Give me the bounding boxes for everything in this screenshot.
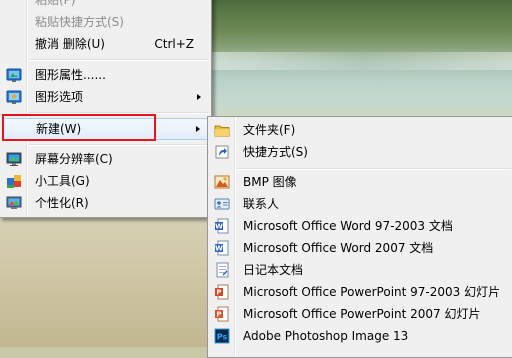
- menu-item-shortcut: Ctrl+Z: [154, 37, 194, 51]
- word-2007-icon: W: [214, 240, 230, 256]
- desktop-context-menu: 粘贴(P) 粘贴快捷方式(S) 撤消 删除(U) Ctrl+Z 图形属性....…: [0, 0, 212, 218]
- menu-separator: [29, 59, 209, 61]
- menu-item-undo-delete[interactable]: 撤消 删除(U) Ctrl+Z: [1, 33, 210, 55]
- journal-document-icon: [214, 262, 230, 278]
- shortcut-icon: [214, 144, 230, 160]
- svg-text:W: W: [215, 223, 223, 231]
- personalize-icon: [6, 195, 22, 211]
- submenu-item-label: BMP 图像: [243, 175, 297, 189]
- wallpaper-beach: [0, 210, 212, 347]
- word-97-icon: W: [214, 218, 230, 234]
- svg-text:P: P: [216, 311, 221, 319]
- contact-icon: [214, 196, 230, 212]
- submenu-item-label: Microsoft Office PowerPoint 2007 幻灯片: [243, 307, 481, 321]
- submenu-item-label: Microsoft Office Word 97-2003 文档: [243, 219, 453, 233]
- wallpaper-surf: [212, 52, 512, 70]
- svg-text:W: W: [215, 245, 223, 253]
- new-submenu: 文件夹(F) 快捷方式(S) BMP 图像 联系人 W Microsoft Of…: [207, 116, 512, 358]
- submenu-item-photoshop-image[interactable]: Ps Adobe Photoshop Image 13: [209, 325, 512, 347]
- submenu-item-contact[interactable]: 联系人: [209, 193, 512, 215]
- submenu-arrow-icon: [197, 94, 201, 100]
- submenu-item-word-97-2003[interactable]: W Microsoft Office Word 97-2003 文档: [209, 215, 512, 237]
- menu-item-graphics-properties[interactable]: 图形属性......: [1, 64, 210, 86]
- folder-icon: [214, 122, 230, 138]
- submenu-item-powerpoint-2007[interactable]: P Microsoft Office PowerPoint 2007 幻灯片: [209, 303, 512, 325]
- submenu-item-word-2007[interactable]: W Microsoft Office Word 2007 文档: [209, 237, 512, 259]
- menu-item-label: 小工具(G): [35, 174, 90, 188]
- submenu-item-label: Adobe Photoshop Image 13: [243, 329, 409, 343]
- menu-item-label: 图形属性......: [35, 68, 106, 82]
- menu-item-label: 个性化(R): [35, 196, 89, 210]
- photoshop-icon: Ps: [214, 328, 230, 344]
- menu-item-label: 粘贴(P): [35, 0, 76, 7]
- menu-item-paste-shortcut[interactable]: 粘贴快捷方式(S): [1, 11, 210, 33]
- svg-text:P: P: [216, 289, 221, 297]
- menu-item-paste[interactable]: 粘贴(P): [1, 0, 210, 11]
- submenu-item-powerpoint-97-2003[interactable]: P Microsoft Office PowerPoint 97-2003 幻灯…: [209, 281, 512, 303]
- submenu-item-bmp-image[interactable]: BMP 图像: [209, 171, 512, 193]
- menu-item-screen-resolution[interactable]: 屏幕分辨率(C): [1, 148, 210, 170]
- menu-item-personalize[interactable]: 个性化(R): [1, 192, 210, 214]
- submenu-item-label: 联系人: [243, 197, 280, 211]
- submenu-arrow-icon: [196, 126, 200, 132]
- graphics-properties-icon: [6, 67, 22, 83]
- gadgets-icon: [6, 173, 22, 189]
- menu-item-label: 屏幕分辨率(C): [35, 152, 113, 166]
- svg-text:Ps: Ps: [217, 333, 228, 342]
- menu-separator: [29, 144, 209, 146]
- menu-separator: [237, 168, 511, 170]
- bmp-image-icon: [214, 174, 230, 190]
- submenu-item-label: 文件夹(F): [243, 123, 296, 137]
- graphics-options-icon: [6, 89, 22, 105]
- submenu-item-journal-document[interactable]: 日记本文档: [209, 259, 512, 281]
- screen-resolution-icon: [6, 151, 22, 167]
- powerpoint-2007-icon: P: [214, 306, 230, 322]
- menu-item-gadgets[interactable]: 小工具(G): [1, 170, 210, 192]
- submenu-item-label: 日记本文档: [243, 263, 304, 277]
- powerpoint-97-icon: P: [214, 284, 230, 300]
- highlight-annotation-box: [2, 114, 156, 141]
- submenu-item-label: 快捷方式(S): [243, 145, 308, 159]
- menu-item-label: 粘贴快捷方式(S): [35, 15, 124, 29]
- submenu-item-folder[interactable]: 文件夹(F): [209, 119, 512, 141]
- submenu-item-shortcut[interactable]: 快捷方式(S): [209, 141, 512, 163]
- submenu-item-label: Microsoft Office PowerPoint 97-2003 幻灯片: [243, 285, 501, 299]
- menu-item-label: 撤消 删除(U): [35, 37, 105, 51]
- menu-item-label: 图形选项: [35, 90, 84, 104]
- submenu-item-label: Microsoft Office Word 2007 文档: [243, 241, 434, 255]
- menu-item-graphics-options[interactable]: 图形选项: [1, 86, 210, 108]
